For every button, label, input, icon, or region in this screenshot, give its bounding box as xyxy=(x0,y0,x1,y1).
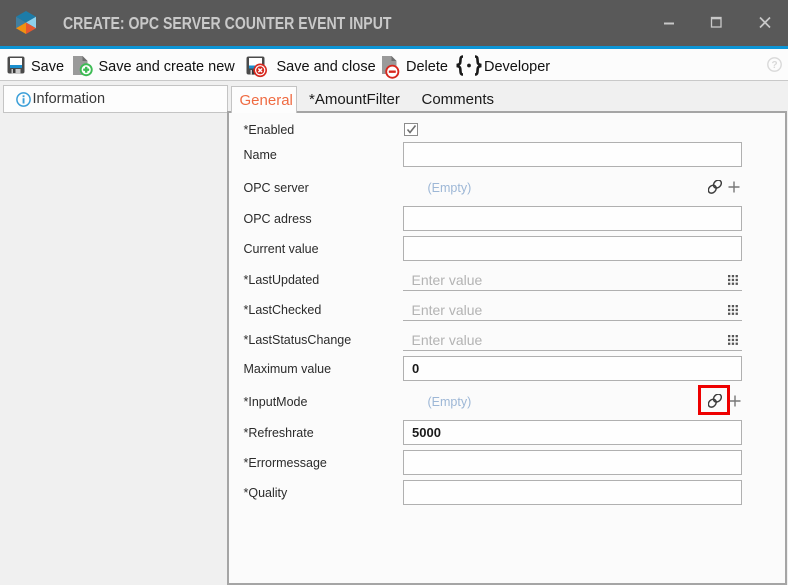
svg-text:?: ? xyxy=(771,60,777,71)
